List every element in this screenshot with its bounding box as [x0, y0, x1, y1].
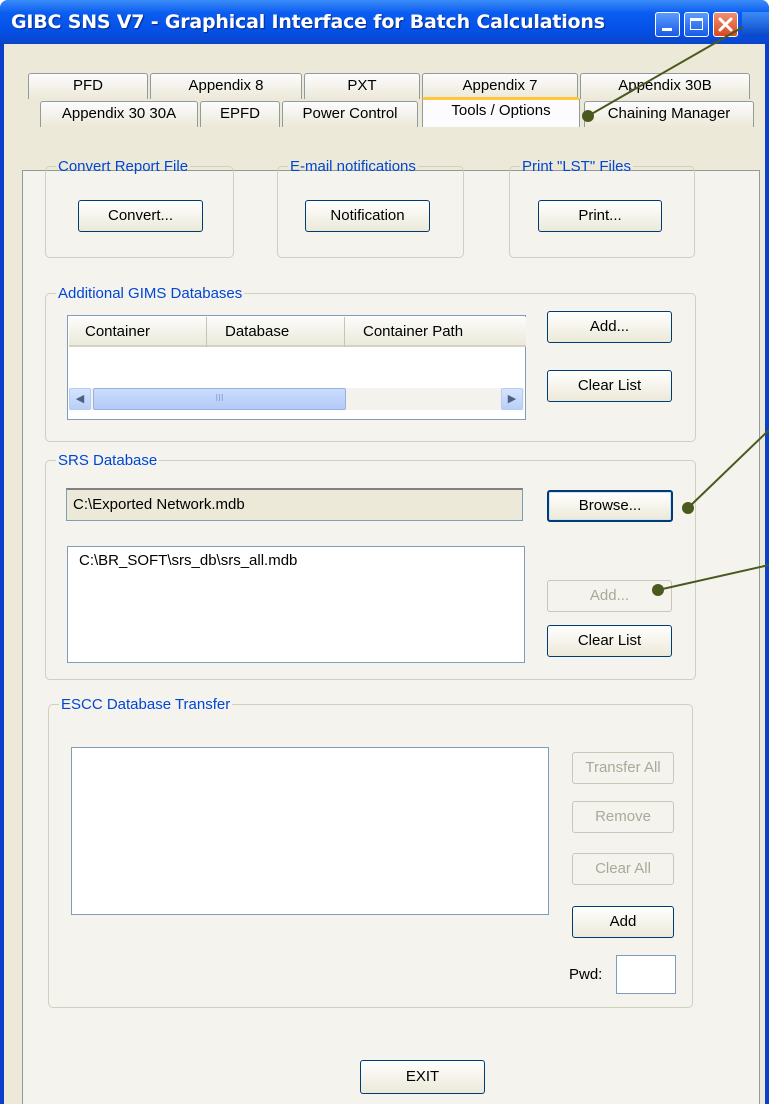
callout-dot-tab	[582, 110, 594, 122]
callout-dot-add	[652, 584, 664, 596]
callout-line-browse	[687, 429, 769, 509]
callout-line-tab	[587, 26, 744, 117]
callout-line-add	[657, 564, 769, 591]
callout-dot-browse	[682, 502, 694, 514]
tab-tools-options[interactable]: Tools / Options	[422, 97, 580, 127]
callout-annotations	[582, 26, 769, 596]
app-window: GIBC SNS V7 - Graphical Interface for Ba…	[0, 0, 769, 1104]
